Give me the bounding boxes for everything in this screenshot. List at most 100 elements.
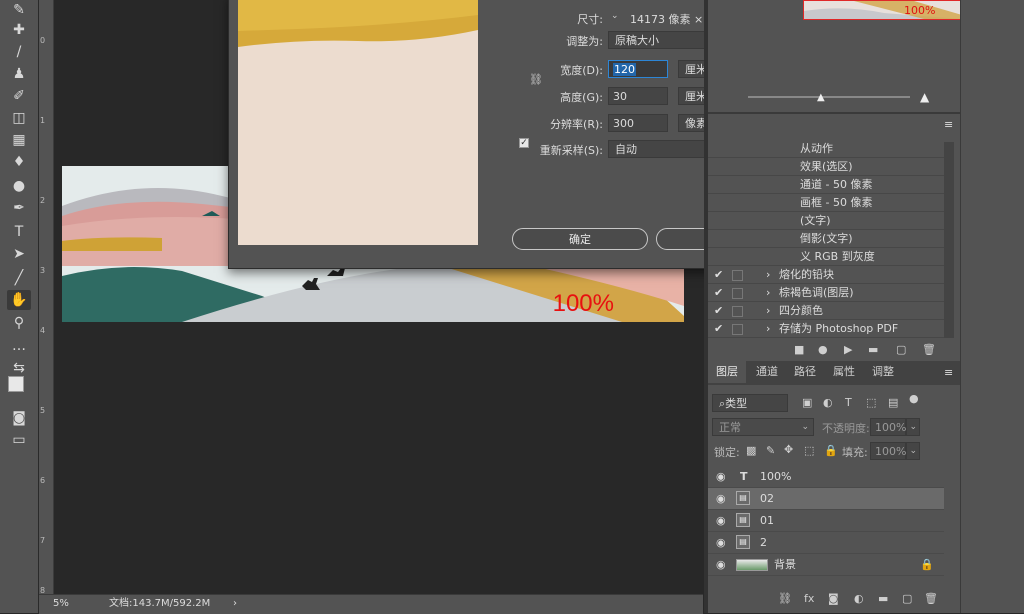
chevron-right-icon[interactable]: ›	[766, 284, 770, 301]
layer-row[interactable]: ◉ T 100%	[708, 466, 944, 488]
panel-menu-icon[interactable]: ≡	[944, 118, 953, 131]
tab-properties[interactable]: 属性	[825, 361, 863, 383]
opacity-dropdown[interactable]: ⌄	[906, 418, 920, 436]
zoom-icon[interactable]: ⚲	[7, 313, 31, 333]
dialog-toggle-box[interactable]	[732, 324, 743, 335]
layer-name[interactable]: 01	[760, 510, 774, 531]
resolution-field[interactable]: 300	[608, 114, 668, 132]
dialog-toggle-box[interactable]	[732, 270, 743, 281]
height-field[interactable]: 30	[608, 87, 668, 105]
zoom-level[interactable]: 5%	[53, 595, 69, 613]
layer-name[interactable]: 02	[760, 488, 774, 509]
check-icon[interactable]: ✔	[714, 266, 723, 283]
new-layer-icon[interactable]: ▢	[902, 592, 912, 605]
dodge-icon[interactable]: ●	[7, 176, 31, 196]
play-icon[interactable]: ▶	[844, 343, 852, 356]
filter-adjustment-icon[interactable]: ◐	[823, 396, 833, 409]
foreground-color[interactable]	[8, 376, 24, 392]
link-layers-icon[interactable]: ⛓	[778, 592, 792, 605]
eye-icon[interactable]: ◉	[716, 554, 726, 575]
fx-icon[interactable]: fx	[804, 592, 814, 605]
list-item[interactable]: (文字)	[708, 212, 948, 230]
history-brush-icon[interactable]: ✐	[7, 86, 31, 106]
list-item[interactable]: ✔ › 熔化的铅块	[708, 266, 948, 284]
screen-mode-icon[interactable]: ▭	[7, 430, 31, 450]
folder-icon[interactable]: ▬	[868, 343, 878, 356]
check-icon[interactable]: ✔	[714, 284, 723, 301]
layer-name[interactable]: 背景	[774, 554, 796, 575]
lock-image-icon[interactable]: ✎	[766, 444, 775, 457]
lock-position-icon[interactable]: ✥	[784, 443, 793, 456]
size-chevron-icon[interactable]: ⌄	[611, 11, 621, 21]
navigator-thumbnail[interactable]: 100%	[803, 0, 963, 20]
blend-mode-select[interactable]: 正常 ⌄	[712, 418, 814, 436]
zoom-slider-thumb[interactable]: ▲	[817, 92, 825, 103]
document-info[interactable]: 文档:143.7M/592.2M	[109, 595, 210, 613]
fill-field[interactable]: 100%	[870, 442, 906, 460]
swap-colors-icon[interactable]: ⇆	[7, 358, 31, 378]
dialog-toggle-box[interactable]	[732, 306, 743, 317]
chevron-right-icon[interactable]: ›	[233, 595, 237, 613]
width-field[interactable]: 120	[608, 60, 668, 78]
list-item[interactable]: 从动作	[708, 140, 948, 158]
new-action-icon[interactable]: ▢	[896, 343, 906, 356]
layer-filter-select[interactable]: ⌕类型	[712, 394, 788, 412]
list-item[interactable]: 效果(选区)	[708, 158, 948, 176]
tab-layers[interactable]: 图层	[708, 361, 746, 383]
blur-icon[interactable]: ♦	[7, 152, 31, 172]
quick-mask-icon[interactable]: ◙	[7, 408, 31, 428]
brush-icon[interactable]: /	[7, 42, 31, 62]
eye-icon[interactable]: ◉	[716, 466, 726, 487]
filter-toggle-icon[interactable]: ●	[909, 392, 919, 405]
layer-row[interactable]: ◉ 背景 🔒	[708, 554, 944, 576]
eye-icon[interactable]: ◉	[716, 488, 726, 509]
record-icon[interactable]: ●	[818, 343, 828, 356]
dialog-toggle-box[interactable]	[732, 288, 743, 299]
ok-button[interactable]: 确定	[512, 228, 648, 250]
zoom-in-mountain-icon[interactable]: ▲	[920, 90, 929, 104]
layer-name[interactable]: 100%	[760, 466, 791, 487]
tab-paths[interactable]: 路径	[786, 361, 824, 383]
list-item[interactable]: ✔ › 四分颜色	[708, 302, 948, 320]
eye-icon[interactable]: ◉	[716, 510, 726, 531]
actions-scrollbar[interactable]	[944, 142, 954, 338]
list-item[interactable]: 画框 - 50 像素	[708, 194, 948, 212]
chevron-right-icon[interactable]: ›	[766, 302, 770, 319]
path-selection-icon[interactable]: ➤	[7, 244, 31, 264]
lock-transparent-icon[interactable]: ▩	[746, 444, 756, 457]
resample-checkbox[interactable]: ✓	[519, 138, 529, 148]
pen-icon[interactable]: ✒	[7, 198, 31, 218]
list-item[interactable]: ✔ › 棕褐色调(图层)	[708, 284, 948, 302]
group-folder-icon[interactable]: ▬	[878, 592, 888, 605]
list-item[interactable]: ✔ › 存储为 Photoshop PDF	[708, 320, 948, 338]
eyedropper-icon[interactable]: ✎	[7, 0, 31, 20]
list-item[interactable]: 通道 - 50 像素	[708, 176, 948, 194]
layer-row[interactable]: ◉ ▤ 02	[708, 488, 944, 510]
list-item[interactable]: 义 RGB 到灰度	[708, 248, 948, 266]
filter-pixel-icon[interactable]: ▣	[802, 396, 812, 409]
clone-stamp-icon[interactable]: ♟	[7, 64, 31, 84]
layer-name[interactable]: 2	[760, 532, 767, 553]
fill-dropdown[interactable]: ⌄	[906, 442, 920, 460]
trash-icon[interactable]: 🗑	[924, 592, 938, 605]
layer-row[interactable]: ◉ ▤ 2	[708, 532, 944, 554]
eraser-icon[interactable]: ◫	[7, 108, 31, 128]
tab-adjustments[interactable]: 调整	[864, 361, 902, 383]
panel-menu-icon[interactable]: ≡	[944, 366, 953, 379]
gradient-icon[interactable]: ▦	[7, 130, 31, 150]
eye-icon[interactable]: ◉	[716, 532, 726, 553]
layer-row[interactable]: ◉ ▤ 01	[708, 510, 944, 532]
check-icon[interactable]: ✔	[714, 320, 723, 337]
opacity-field[interactable]: 100%	[870, 418, 906, 436]
list-item[interactable]: 倒影(文字)	[708, 230, 948, 248]
dialog-preview[interactable]	[238, 0, 478, 245]
filter-shape-icon[interactable]: ⬚	[866, 396, 876, 409]
zoom-slider-track[interactable]	[748, 96, 910, 98]
add-mask-icon[interactable]: ◙	[828, 592, 839, 605]
adjustment-layer-icon[interactable]: ◐	[854, 592, 864, 605]
filter-type-icon[interactable]: T	[845, 396, 852, 409]
chevron-right-icon[interactable]: ›	[766, 320, 770, 337]
more-tools-icon[interactable]: …	[7, 336, 31, 356]
line-icon[interactable]: ╱	[7, 268, 31, 288]
lock-all-icon[interactable]: 🔒	[824, 444, 838, 457]
